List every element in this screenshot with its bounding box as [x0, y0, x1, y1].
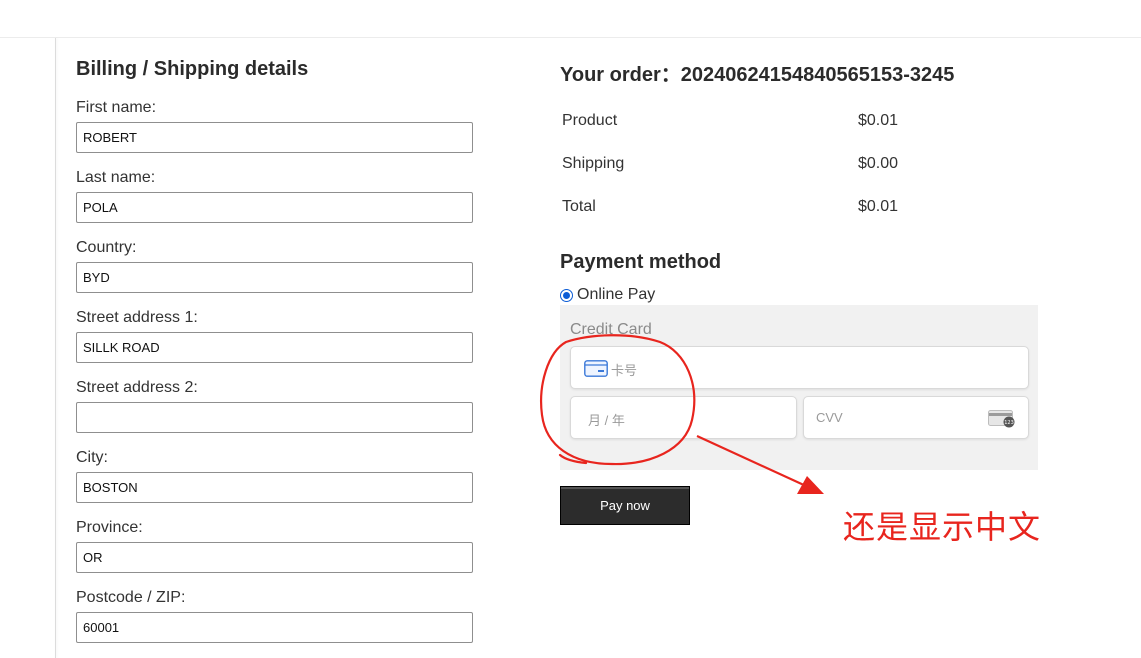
- postcode-input[interactable]: [76, 612, 473, 643]
- credit-card-icon: [584, 360, 608, 382]
- cvv-card-icon: 123: [988, 410, 1016, 433]
- last-name-label: Last name:: [76, 169, 156, 186]
- content-left-border: [55, 38, 56, 658]
- postcode-label: Postcode / ZIP:: [76, 589, 186, 606]
- street-address-2-input[interactable]: [76, 402, 473, 433]
- credit-card-panel: Credit Card 卡号 月 / 年 CVV 123: [560, 305, 1038, 470]
- country-label: Country:: [76, 239, 137, 256]
- expiry-field[interactable]: 月 / 年: [570, 396, 797, 439]
- city-input[interactable]: [76, 472, 473, 503]
- product-label: Product: [562, 112, 618, 129]
- last-name-input[interactable]: [76, 192, 473, 223]
- province-label: Province:: [76, 519, 143, 536]
- order-section: Your order：20240624154840565153-3245 Pro…: [560, 58, 1040, 658]
- order-title: Your order：20240624154840565153-3245: [560, 64, 955, 86]
- cvv-placeholder: CVV: [816, 410, 843, 425]
- online-pay-option[interactable]: Online Pay: [560, 286, 655, 304]
- province-input[interactable]: [76, 542, 473, 573]
- online-pay-label: Online Pay: [577, 286, 656, 303]
- first-name-label: First name:: [76, 99, 157, 116]
- city-label: City:: [76, 449, 108, 466]
- total-value: $0.01: [858, 198, 899, 215]
- pay-now-button[interactable]: Pay now: [560, 486, 690, 525]
- credit-card-title: Credit Card: [570, 321, 652, 338]
- street-address-1-label: Street address 1:: [76, 309, 198, 326]
- payment-method-title: Payment method: [560, 251, 722, 273]
- online-pay-radio[interactable]: [560, 288, 573, 302]
- product-value: $0.01: [858, 112, 899, 129]
- card-number-field[interactable]: 卡号: [570, 346, 1029, 389]
- first-name-input[interactable]: [76, 122, 473, 153]
- cvv-field[interactable]: CVV 123: [803, 396, 1029, 439]
- total-label: Total: [562, 198, 596, 215]
- card-number-placeholder: 卡号: [611, 363, 638, 378]
- shipping-label: Shipping: [562, 155, 625, 172]
- cvv-icon-digits: 123: [1004, 420, 1014, 426]
- annotation-text: 还是显示中文: [843, 508, 1042, 546]
- country-input[interactable]: [76, 262, 473, 293]
- shipping-value: $0.00: [858, 155, 899, 172]
- street-address-2-label: Street address 2:: [76, 379, 198, 396]
- street-address-1-input[interactable]: [76, 332, 473, 363]
- expiry-placeholder: 月 / 年: [588, 413, 625, 428]
- billing-fields: First name: Last name: Country: Street a…: [76, 0, 476, 658]
